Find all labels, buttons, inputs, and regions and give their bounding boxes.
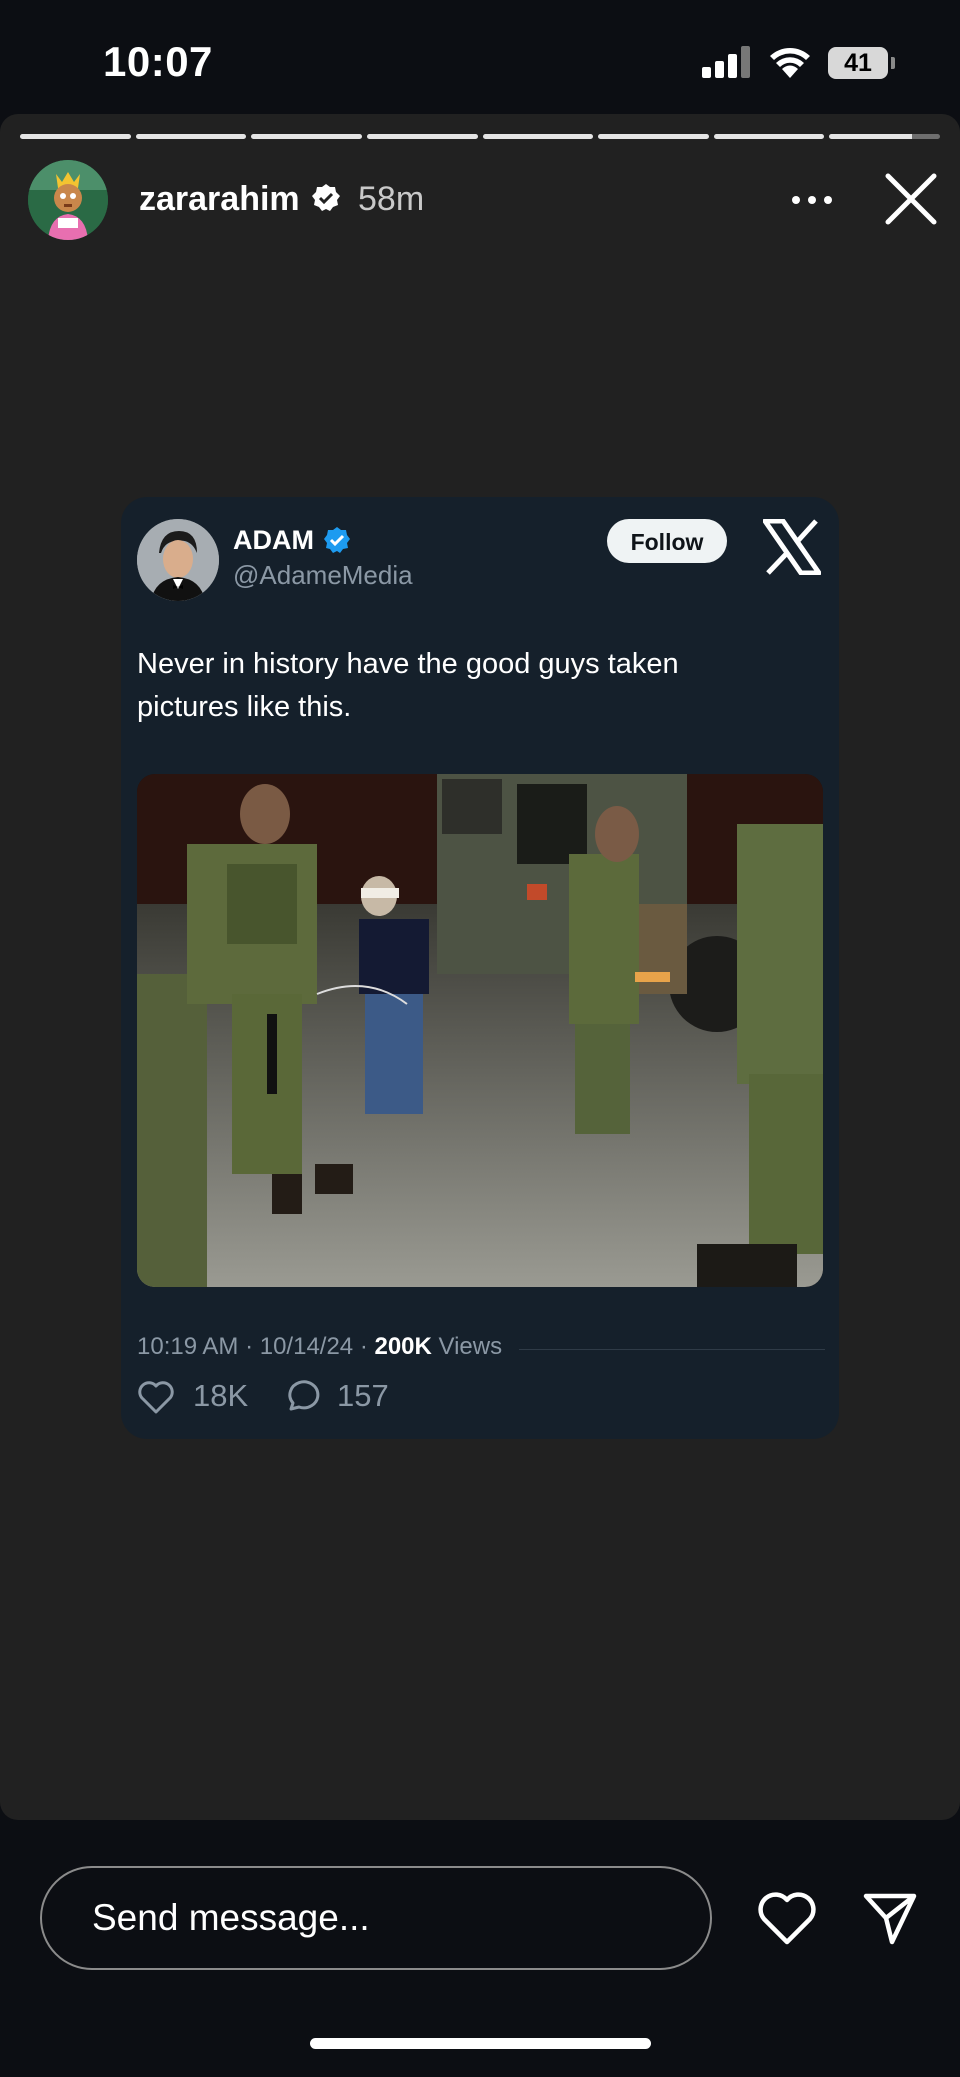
avatar[interactable]: [28, 160, 108, 240]
heart-icon[interactable]: [137, 1379, 175, 1415]
follow-button[interactable]: Follow: [607, 519, 727, 563]
tweet-author-avatar[interactable]: [137, 519, 219, 601]
story-username[interactable]: zararahim: [139, 180, 300, 219]
progress-segment: [598, 134, 709, 139]
tweet-meta: 10:19 AM · 10/14/24 · 200K Views: [137, 1333, 502, 1361]
heart-icon[interactable]: [757, 1890, 817, 1946]
progress-segment: [135, 134, 247, 139]
close-icon[interactable]: [884, 172, 938, 226]
progress-segment: [713, 134, 825, 139]
story-timestamp: 58m: [358, 180, 425, 218]
meta-divider: [519, 1349, 825, 1350]
tweet-display-name[interactable]: ADAM: [233, 525, 314, 556]
send-icon[interactable]: [862, 1890, 918, 1946]
verified-badge-icon: [312, 184, 340, 211]
tweet-photo[interactable]: [137, 774, 823, 1287]
tweet-timestamp: 10:19 AM · 10/14/24 ·: [137, 1333, 375, 1360]
send-message-input[interactable]: [40, 1866, 712, 1970]
story-progress-bar: [20, 134, 940, 139]
more-horizontal-icon[interactable]: [790, 194, 834, 208]
wifi-icon: [770, 48, 810, 78]
progress-segment: [366, 134, 478, 139]
progress-segment: [251, 134, 362, 139]
like-count[interactable]: 18K: [193, 1378, 248, 1414]
verified-badge-icon: [324, 527, 350, 553]
cellular-signal-icon: [702, 46, 752, 78]
comment-icon[interactable]: [283, 1379, 321, 1415]
tweet-text: Never in history have the good guys take…: [137, 648, 679, 723]
x-logo-icon[interactable]: [763, 519, 821, 575]
progress-segment: [829, 134, 940, 139]
tweet-views-count: 200K: [374, 1333, 432, 1360]
battery-indicator: 41: [828, 47, 888, 79]
reply-count[interactable]: 157: [337, 1378, 389, 1414]
battery-cap: [891, 57, 895, 69]
progress-segment: [20, 134, 131, 139]
tweet-views-label: Views: [431, 1333, 503, 1360]
tweet-card[interactable]: ADAM @AdameMedia Follow Never in history…: [121, 497, 839, 1439]
status-time: 10:07: [103, 38, 213, 85]
home-indicator: [310, 2038, 651, 2049]
tweet-handle[interactable]: @AdameMedia: [233, 560, 413, 591]
progress-segment: [482, 134, 594, 139]
